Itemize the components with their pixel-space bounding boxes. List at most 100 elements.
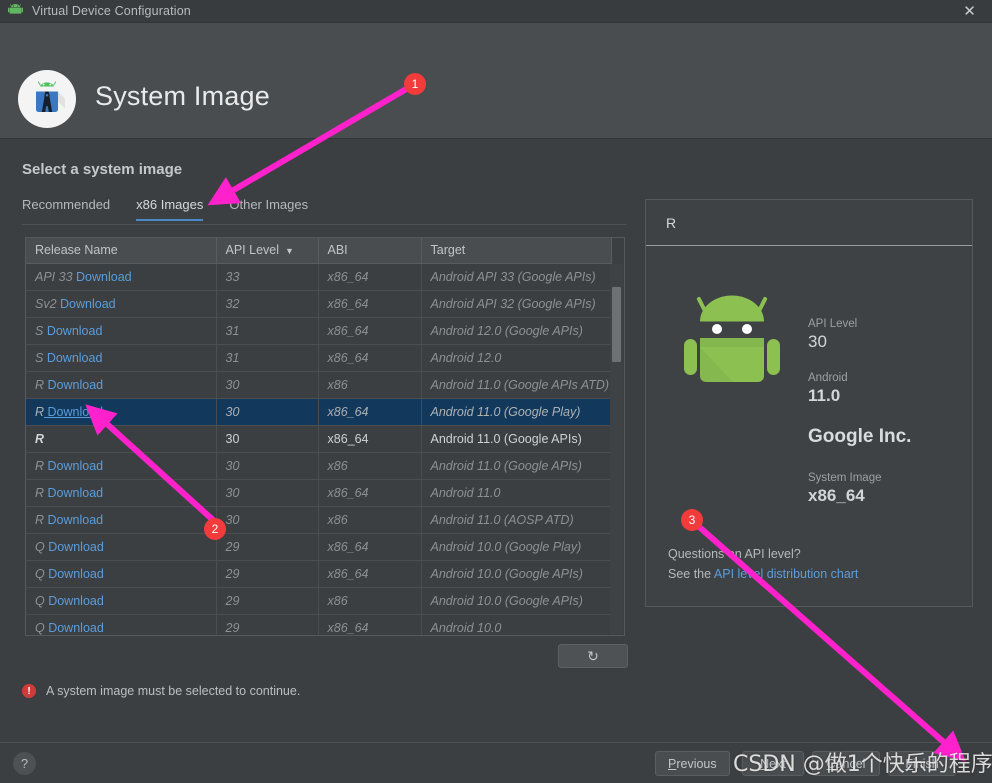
cell-abi: x86_64 xyxy=(318,614,422,635)
cell-target: Android 12.0 (Google APIs) xyxy=(421,317,612,345)
previous-button[interactable]: Previous xyxy=(655,751,730,776)
column-api-level[interactable]: API Level ▼ xyxy=(216,238,319,264)
table-row[interactable]: Sv2 Download 32 x86_64 Android API 32 (Goog… xyxy=(26,290,612,318)
table-row[interactable]: Q Download 29 x86_64 Android 10.0 xyxy=(26,614,612,635)
table-row[interactable]: S Download 31 x86_64 Android 12.0 xyxy=(26,344,612,372)
cell-api-level: 30 xyxy=(216,371,319,399)
table-row[interactable]: R Download 30 x86 Android 11.0 (AOSP ATD) xyxy=(26,506,612,534)
release-name-text: Q xyxy=(35,566,45,581)
download-link[interactable]: Download xyxy=(45,594,104,608)
android-studio-icon xyxy=(18,70,76,128)
release-name-text: Sv2 xyxy=(35,296,57,311)
error-text: A system image must be selected to conti… xyxy=(46,684,301,698)
refresh-button[interactable]: ↻ xyxy=(558,644,628,668)
api-level-value: 30 xyxy=(808,332,827,351)
cell-abi: x86_64 xyxy=(318,398,422,426)
table-row[interactable]: R Download 30 x86 Android 11.0 (Google APIs… xyxy=(26,452,612,480)
download-link[interactable]: Download xyxy=(44,378,104,392)
system-image-value: x86_64 xyxy=(808,486,865,505)
cancel-button[interactable]: Cancel xyxy=(812,751,880,776)
release-name-text: API 33 xyxy=(35,269,73,284)
wizard-header: System Image xyxy=(0,23,992,139)
api-distribution-chart-link[interactable]: API level distribution chart xyxy=(714,567,859,581)
cell-release-name: Q Download xyxy=(26,560,217,588)
sort-desc-icon: ▼ xyxy=(285,246,294,257)
cell-abi: x86_64 xyxy=(318,560,422,588)
download-link[interactable]: Download xyxy=(44,513,104,527)
download-link[interactable]: Download xyxy=(73,270,132,284)
cell-abi: x86 xyxy=(318,587,422,615)
cell-abi: x86_64 xyxy=(318,263,422,291)
column-api-level-label: API Level xyxy=(225,243,280,258)
cell-abi: x86_64 xyxy=(318,425,422,453)
column-release-name[interactable]: Release Name xyxy=(26,238,217,264)
table-row[interactable]: Q Download 29 x86_64 Android 10.0 (Google A… xyxy=(26,560,612,588)
release-name-text: Q xyxy=(35,620,45,635)
table-row[interactable]: R Download 30 x86 Android 11.0 (Google APIs… xyxy=(26,371,612,399)
system-image-table[interactable]: Release Name API Level ▼ ABI Target API 3… xyxy=(25,237,625,636)
cell-release-name: R Download xyxy=(26,371,217,399)
column-target[interactable]: Target xyxy=(421,238,612,264)
table-body: API 33 Download 33 x86_64 Android API 33 (G… xyxy=(26,263,612,635)
previous-button-mnemonic: P xyxy=(668,756,677,771)
detail-metadata: API Level 30 Android 11.0 Google Inc. Sy… xyxy=(808,318,911,526)
section-title: Select a system image xyxy=(22,161,183,178)
download-link[interactable]: Download xyxy=(45,540,104,554)
table-row[interactable]: Q Download 29 x86 Android 10.0 (Google APIs… xyxy=(26,587,612,615)
cell-release-name: R xyxy=(26,425,217,453)
cell-api-level: 30 xyxy=(216,506,319,534)
table-scrollbar-thumb[interactable] xyxy=(612,287,621,362)
cell-api-level: 30 xyxy=(216,398,319,426)
table-row[interactable]: R 30 x86_64 Android 11.0 (Google APIs) xyxy=(26,425,612,453)
table-row[interactable]: API 33 Download 33 x86_64 Android API 33 (G… xyxy=(26,263,612,291)
cell-abi: x86 xyxy=(318,506,422,534)
cell-release-name: Q Download xyxy=(26,587,217,615)
table-row[interactable]: S Download 31 x86_64 Android 12.0 (Google A… xyxy=(26,317,612,345)
android-version-value: 11.0 xyxy=(808,386,841,405)
cell-target: Android API 33 (Google APIs) xyxy=(421,263,612,291)
close-icon[interactable]: ✕ xyxy=(947,0,992,23)
download-link[interactable]: Download xyxy=(45,567,104,581)
cell-api-level: 33 xyxy=(216,263,319,291)
cell-abi: x86 xyxy=(318,452,422,480)
download-link[interactable]: Download xyxy=(44,405,104,419)
cell-abi: x86 xyxy=(318,371,422,399)
help-button[interactable]: ? xyxy=(13,752,36,775)
wizard-footer: ? Previous Next Cancel Finish xyxy=(0,742,992,783)
tab-x86-images[interactable]: x86 Images xyxy=(136,197,204,221)
cell-abi: x86_64 xyxy=(318,479,422,507)
next-button[interactable]: Next xyxy=(742,751,804,776)
table-row[interactable]: R Download 30 x86_64 Android 11.0 (Google P… xyxy=(26,398,612,426)
cell-api-level: 29 xyxy=(216,614,319,635)
download-link[interactable]: Download xyxy=(57,297,116,311)
system-image-detail-panel: R API Level 30 Android 11.0 Google Inc. … xyxy=(645,199,973,607)
download-link[interactable]: Download xyxy=(43,351,103,365)
download-link[interactable]: Download xyxy=(44,459,104,473)
finish-button-mnemonic: F xyxy=(905,756,913,771)
cell-abi: x86_64 xyxy=(318,290,422,318)
download-link[interactable]: Download xyxy=(43,324,103,338)
tab-other-images[interactable]: Other Images xyxy=(229,197,308,221)
cell-release-name: R Download xyxy=(26,479,217,507)
cancel-button-mnemonic: C xyxy=(826,756,836,771)
api-level-label: API Level xyxy=(808,318,858,330)
cell-api-level: 29 xyxy=(216,533,319,561)
table-vertical-scrollbar[interactable] xyxy=(610,264,623,635)
cell-target: Android 11.0 (Google APIs ATD) xyxy=(421,371,612,399)
api-help-block: Questions on API level? See the API leve… xyxy=(668,544,858,584)
download-link[interactable]: Download xyxy=(44,486,104,500)
cell-api-level: 29 xyxy=(216,560,319,588)
android-robot-icon xyxy=(684,294,780,403)
tab-recommended[interactable]: Recommended xyxy=(22,197,110,221)
download-link[interactable]: Download xyxy=(45,621,104,635)
cancel-button-label: ancel xyxy=(835,756,866,771)
cell-abi: x86_64 xyxy=(318,344,422,372)
finish-button[interactable]: Finish xyxy=(888,751,956,776)
table-row[interactable]: Q Download 29 x86_64 Android 10.0 (Google P… xyxy=(26,533,612,561)
virtual-device-configuration-window: Virtual Device Configuration ✕ System Im… xyxy=(0,0,992,783)
cell-target: Android 11.0 (Google Play) xyxy=(421,398,612,426)
window-titlebar: Virtual Device Configuration ✕ xyxy=(0,0,992,23)
release-name-text: R xyxy=(35,377,45,392)
column-abi[interactable]: ABI xyxy=(318,238,422,264)
table-row[interactable]: R Download 30 x86_64 Android 11.0 xyxy=(26,479,612,507)
